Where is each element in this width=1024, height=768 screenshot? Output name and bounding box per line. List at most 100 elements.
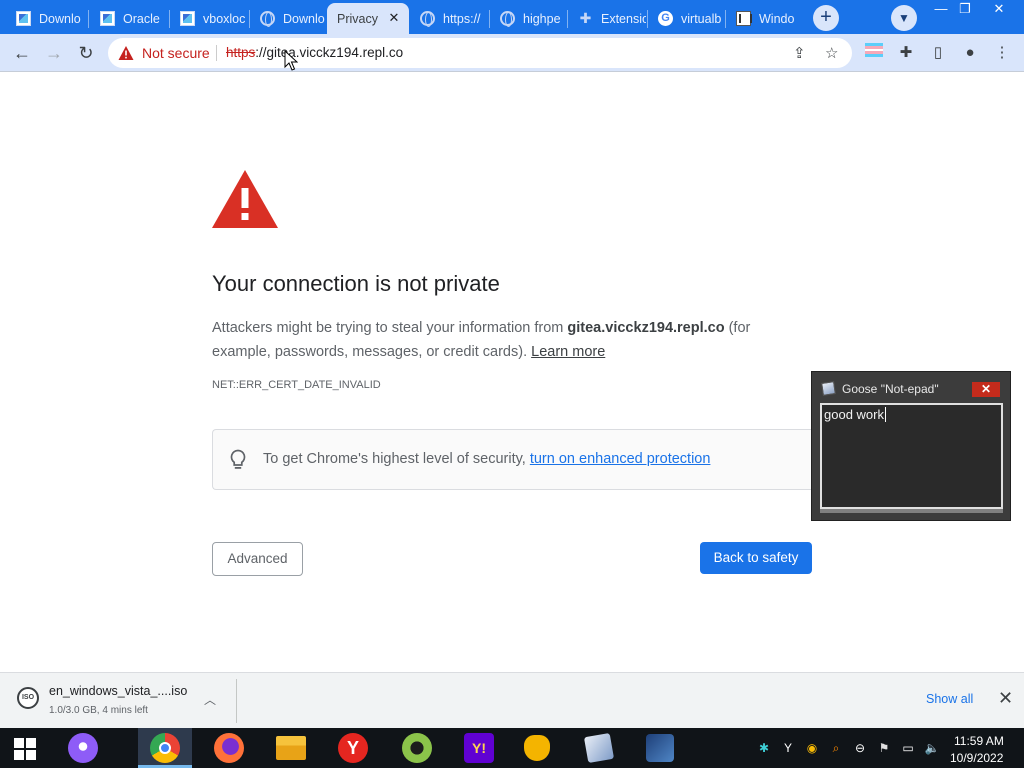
explanation-host: gitea.vicckz194.repl.co — [567, 320, 725, 336]
bookmark-star-icon[interactable]: ☆ — [825, 44, 838, 62]
download-filename[interactable]: en_windows_vista_....iso — [49, 684, 187, 698]
tab-extensions[interactable]: ✚ Extensio — [568, 3, 646, 34]
show-all-button[interactable]: Show all — [926, 692, 973, 706]
tab-highpe[interactable]: highpe — [490, 3, 566, 34]
forward-arrow-icon[interactable]: → — [41, 40, 67, 66]
tray-app-icon[interactable]: ✱ — [756, 740, 772, 756]
tab-vboxloc[interactable]: vboxloc — [170, 3, 248, 34]
chevron-up-icon[interactable]: ︿ — [204, 691, 216, 708]
virtualbox-icon[interactable] — [646, 734, 674, 762]
back-arrow-icon[interactable]: ← — [9, 40, 35, 66]
tab-close-icon[interactable]: ✕ — [387, 11, 401, 25]
file-explorer-icon[interactable] — [276, 736, 306, 760]
tab-oracle[interactable]: Oracle — [90, 3, 168, 34]
tab-windows[interactable]: Windo — [726, 3, 802, 34]
download-divider — [236, 679, 237, 723]
mouse-cursor-icon — [284, 50, 298, 71]
text-caret — [884, 407, 886, 422]
reload-icon[interactable]: ↻ — [73, 40, 99, 66]
tab-privacy-error[interactable]: Privacy e ✕ — [327, 3, 409, 34]
tab-title: Downlo — [39, 11, 81, 26]
volume-icon[interactable]: 🔈 — [924, 740, 940, 756]
enhanced-protection-link[interactable]: turn on enhanced protection — [530, 451, 711, 467]
notepad-app-icon[interactable] — [583, 732, 615, 764]
windows-start-icon[interactable] — [14, 738, 36, 760]
not-secure-label[interactable]: Not secure — [142, 45, 210, 61]
address-bar[interactable]: Not secure https://gitea.vicckz194.repl.… — [108, 38, 852, 68]
tab-title: Downlo — [283, 11, 325, 26]
tray-search-icon[interactable]: ⌕ — [828, 740, 844, 756]
globe-icon — [420, 11, 435, 27]
url-text[interactable]: https://gitea.vicckz194.repl.co — [226, 45, 403, 60]
download-bar: ISO en_windows_vista_....iso 1.0/3.0 GB,… — [0, 672, 1024, 728]
restore-button[interactable]: ❐ — [950, 0, 980, 18]
tab-separator — [88, 10, 89, 28]
yandex-browser-icon[interactable]: Y — [338, 733, 368, 763]
profile-avatar-icon[interactable]: ● — [959, 42, 981, 64]
omnibox-divider — [216, 45, 217, 61]
firefox-icon[interactable] — [214, 733, 244, 763]
tab-title: https:// — [443, 11, 481, 26]
close-download-bar-icon[interactable]: ✕ — [998, 688, 1013, 709]
explanation-text: Attackers might be trying to steal your … — [212, 316, 812, 364]
network-icon[interactable]: ▭ — [900, 740, 916, 756]
url-host: ://gitea.vicckz194.repl.co — [255, 45, 404, 60]
tab-strip: Downlo Oracle vboxloc Downlo Privacy e ✕… — [0, 0, 1024, 34]
new-tab-button[interactable]: + — [813, 5, 839, 31]
tray-minus-icon[interactable]: ⊖ — [852, 740, 868, 756]
puzzle-icon: ✚ — [579, 10, 592, 26]
tab-title: Extensio — [601, 11, 646, 26]
tab-downloads-2[interactable]: Downlo — [250, 3, 326, 34]
goose-close-button[interactable]: ✕ — [972, 382, 1000, 397]
url-scheme: https — [226, 45, 256, 60]
tab-title: Windo — [759, 11, 795, 26]
cortana-icon[interactable] — [68, 733, 98, 763]
tray-flag-icon[interactable]: ⚑ — [876, 740, 892, 756]
yahoo-messenger-icon[interactable]: Y! — [464, 733, 494, 763]
globe-icon — [260, 11, 275, 27]
app-green-icon[interactable] — [402, 733, 432, 763]
vbox-doc-icon — [100, 11, 115, 26]
goose-scrollbar[interactable] — [820, 509, 1003, 513]
window-close-button[interactable]: ✕ — [984, 0, 1014, 18]
clock-date[interactable]: 10/9/2022 — [950, 751, 1003, 765]
side-panel-icon[interactable]: ▯ — [927, 42, 949, 64]
tab-title: virtualb — [681, 11, 722, 26]
browser-toolbar: ← → ↻ Not secure https://gitea.vicckz194… — [0, 34, 1024, 72]
goose-window-title: Goose "Not-epad" — [842, 382, 939, 396]
goose-titlebar[interactable]: Goose "Not-epad" ✕ — [812, 372, 1010, 398]
vbox-doc-icon — [180, 11, 195, 26]
download-status: 1.0/3.0 GB, 4 mins left — [49, 705, 148, 716]
windows-taskbar: Y Y! ✱ Y ◉ ⌕ ⊖ ⚑ ▭ 🔈 11:59 AM 10/9/2022 — [0, 728, 1024, 768]
google-icon: G — [658, 11, 673, 26]
advanced-button[interactable]: Advanced — [212, 542, 303, 576]
vbox-doc-icon — [16, 11, 31, 26]
goose-notepad-window[interactable]: Goose "Not-epad" ✕ good work — [811, 371, 1011, 521]
menu-kebab-icon[interactable]: ⋮ — [991, 42, 1013, 64]
notepad-icon — [821, 381, 836, 396]
tab-downloads-1[interactable]: Downlo — [6, 3, 86, 34]
goose-note-text: good work — [824, 407, 884, 422]
enhanced-protection-prefix: To get Chrome's highest level of securit… — [263, 451, 530, 467]
tab-google-virtualbox[interactable]: G virtualb — [648, 3, 724, 34]
security-warning-icon — [212, 170, 278, 228]
lightbulb-icon — [230, 449, 246, 469]
error-code: NET::ERR_CERT_DATE_INVALID — [212, 379, 381, 391]
goose-text-area[interactable]: good work — [820, 403, 1003, 509]
back-to-safety-button[interactable]: Back to safety — [700, 542, 812, 574]
profile-flag-icon[interactable] — [863, 42, 885, 64]
tab-https[interactable]: https:// — [410, 3, 488, 34]
warning-triangle-icon[interactable] — [118, 45, 134, 61]
explanation-prefix: Attackers might be trying to steal your … — [212, 320, 568, 336]
chrome-icon[interactable] — [150, 733, 180, 763]
window-icon — [736, 11, 752, 26]
enhanced-protection-text: To get Chrome's highest level of securit… — [263, 451, 710, 467]
learn-more-link[interactable]: Learn more — [531, 344, 605, 360]
clock-time[interactable]: 11:59 AM — [954, 734, 1004, 748]
share-icon[interactable]: ⇪ — [793, 44, 806, 62]
tray-yandex-icon[interactable]: Y — [780, 740, 796, 756]
extensions-puzzle-icon[interactable]: ✚ — [895, 42, 917, 64]
tray-chrome-icon[interactable]: ◉ — [804, 740, 820, 756]
alarm-clock-icon[interactable] — [524, 735, 550, 761]
tab-search-button[interactable]: ▼ — [891, 5, 917, 31]
